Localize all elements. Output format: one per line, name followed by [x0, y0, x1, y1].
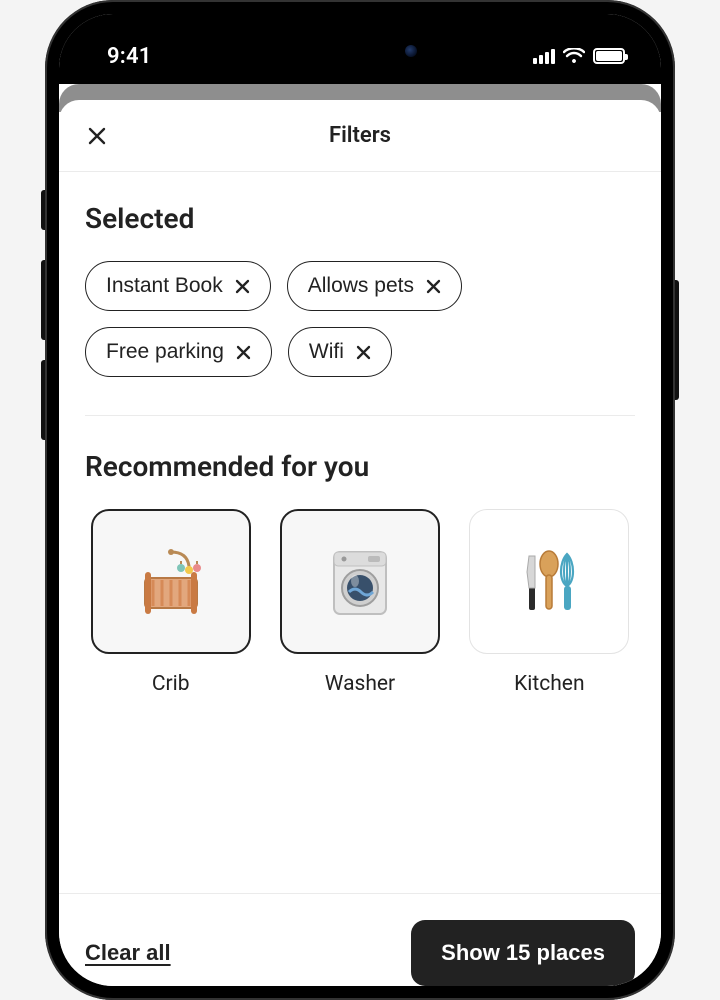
- close-icon: [87, 126, 107, 146]
- crib-icon: [131, 542, 211, 622]
- card-box: [469, 509, 629, 654]
- remove-chip-icon: [235, 279, 250, 294]
- card-box: [280, 509, 440, 654]
- chip-label: Wifi: [309, 340, 344, 364]
- chip-instant-book[interactable]: Instant Book: [85, 261, 271, 311]
- card-kitchen[interactable]: Kitchen: [464, 509, 635, 696]
- washer-icon: [320, 542, 400, 622]
- filters-sheet: Filters Selected Instant Book Allows pet…: [59, 100, 661, 986]
- sheet-header: Filters: [59, 100, 661, 172]
- card-label: Kitchen: [514, 672, 584, 696]
- power-button: [675, 280, 679, 400]
- card-box: [91, 509, 251, 654]
- chip-wifi[interactable]: Wifi: [288, 327, 392, 377]
- selected-heading: Selected: [85, 202, 635, 235]
- card-label: Crib: [152, 672, 190, 696]
- wifi-icon: [563, 48, 585, 64]
- chip-allows-pets[interactable]: Allows pets: [287, 261, 462, 311]
- status-time: 9:41: [107, 44, 152, 69]
- divider: [85, 415, 635, 416]
- sheet-footer: Clear all Show 15 places: [59, 893, 661, 986]
- dynamic-island: [275, 32, 445, 70]
- volume-button: [41, 260, 45, 340]
- chip-label: Allows pets: [308, 274, 414, 298]
- screen: 9:41 Filters: [59, 14, 661, 986]
- card-label: Washer: [325, 672, 395, 696]
- recommended-cards: Crib: [85, 509, 635, 696]
- recommended-heading: Recommended for you: [85, 450, 635, 483]
- camera-icon: [405, 45, 417, 57]
- close-button[interactable]: [79, 118, 115, 154]
- status-icons: [533, 48, 625, 64]
- card-washer[interactable]: Washer: [274, 509, 445, 696]
- kitchen-icon: [509, 542, 589, 622]
- chip-label: Free parking: [106, 340, 224, 364]
- show-places-button[interactable]: Show 15 places: [411, 920, 635, 986]
- volume-button: [41, 190, 45, 230]
- sheet-body: Selected Instant Book Allows pets: [59, 172, 661, 893]
- sheet-title: Filters: [329, 123, 391, 148]
- remove-chip-icon: [426, 279, 441, 294]
- clear-all-button[interactable]: Clear all: [85, 940, 171, 966]
- card-crib[interactable]: Crib: [85, 509, 256, 696]
- selected-chips: Instant Book Allows pets Free parking: [85, 261, 635, 377]
- chip-free-parking[interactable]: Free parking: [85, 327, 272, 377]
- chip-label: Instant Book: [106, 274, 223, 298]
- volume-button: [41, 360, 45, 440]
- remove-chip-icon: [356, 345, 371, 360]
- remove-chip-icon: [236, 345, 251, 360]
- phone-frame: 9:41 Filters: [45, 0, 675, 1000]
- cellular-icon: [533, 48, 555, 64]
- battery-icon: [593, 48, 625, 64]
